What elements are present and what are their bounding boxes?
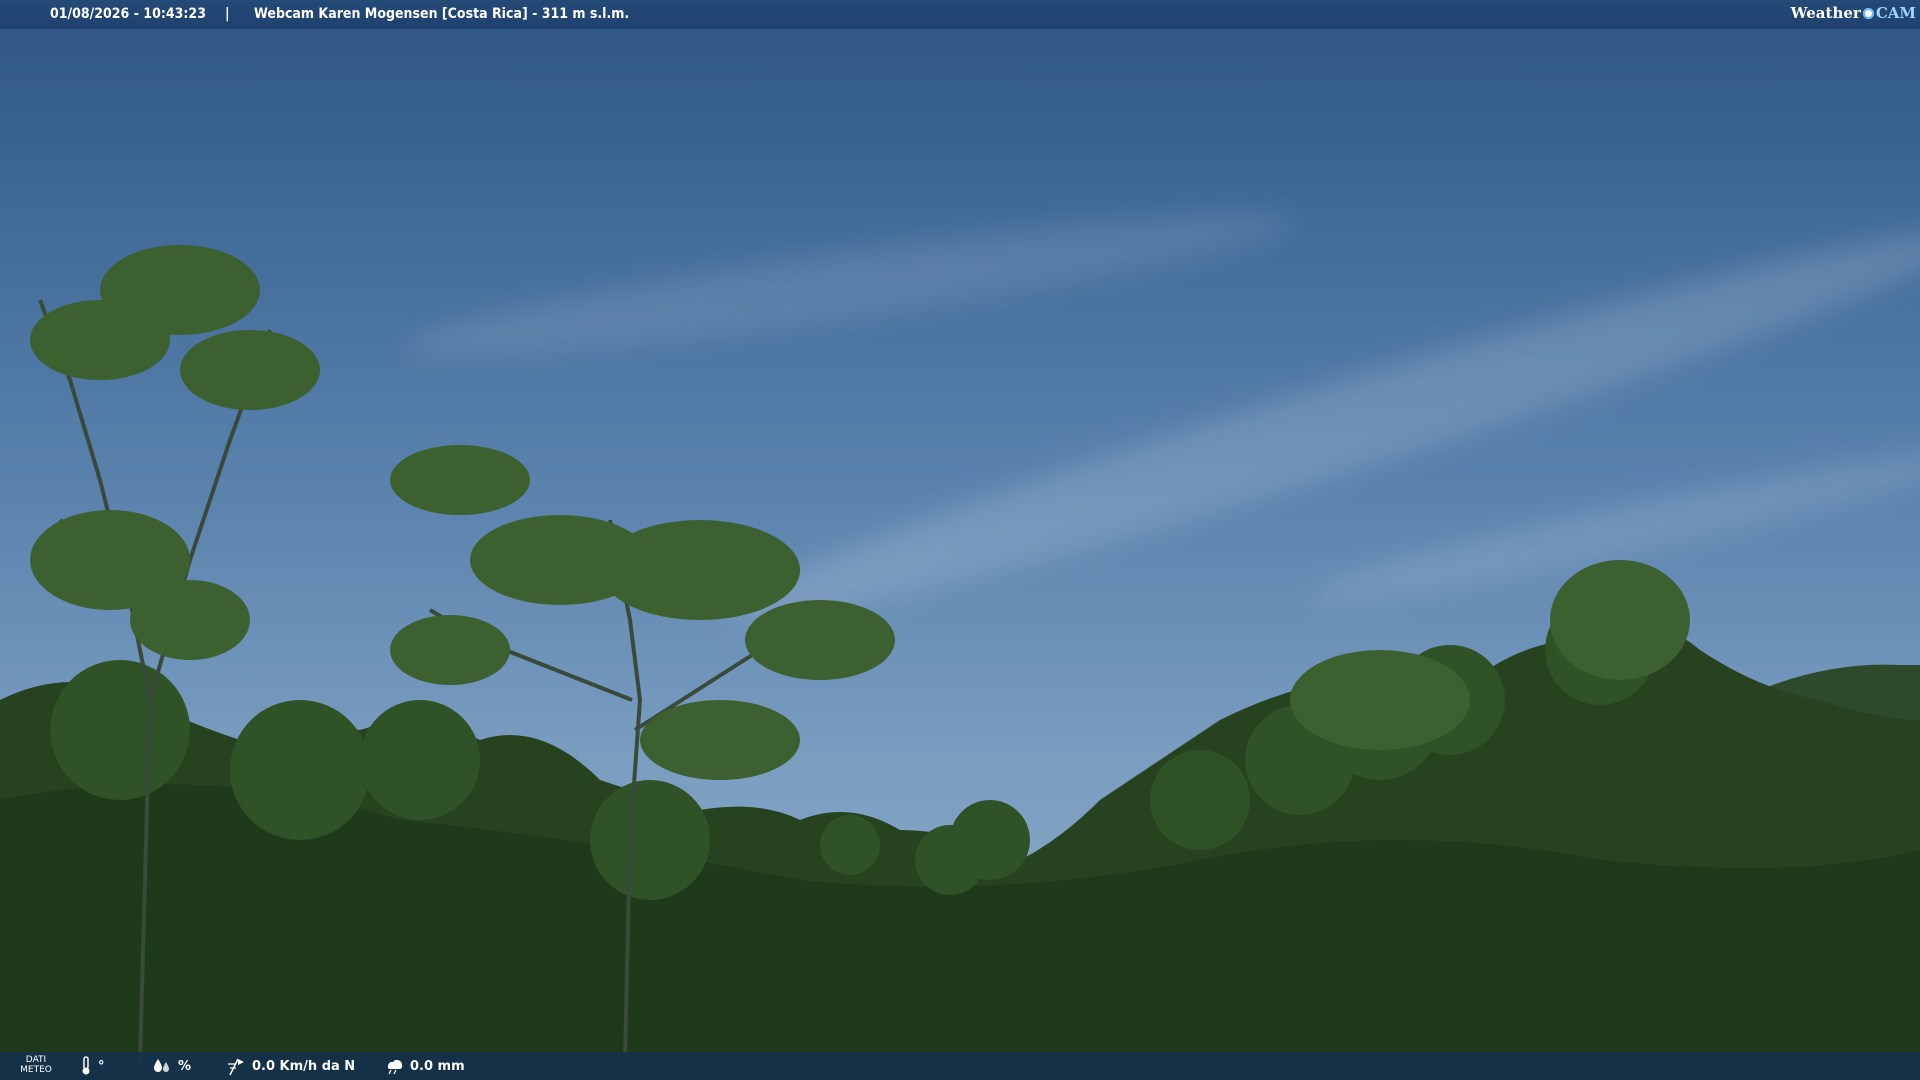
weather-data-bar: DATI METEO ° % 0.0 Km/h da N 0.0 mm xyxy=(0,1052,1920,1080)
wind-reading: 0.0 Km/h da N xyxy=(226,1052,355,1080)
logo-weather-text: Weather xyxy=(1790,4,1861,22)
webcam-image xyxy=(0,0,1920,1080)
header-bar: 01/08/2026 - 10:43:23 | Webcam Karen Mog… xyxy=(0,0,1920,29)
humidity-drops-icon xyxy=(152,1057,172,1075)
humidity-reading: % xyxy=(152,1052,191,1080)
rain-reading: 0.0 mm xyxy=(384,1052,465,1080)
forest-silhouette xyxy=(0,245,1920,1080)
logo-dot-icon xyxy=(1862,7,1874,19)
logo-cam-text: CAM xyxy=(1875,4,1916,22)
wind-vane-icon xyxy=(226,1056,246,1076)
rain-value: 0.0 mm xyxy=(410,1058,465,1074)
weathercam-logo[interactable]: Weather CAM xyxy=(1791,4,1916,22)
meteo-data-label: DATI METEO xyxy=(20,1055,52,1075)
humidity-value: % xyxy=(178,1058,192,1074)
thermometer-icon xyxy=(80,1056,92,1076)
wind-value: 0.0 Km/h da N xyxy=(252,1058,356,1074)
rain-cloud-icon xyxy=(384,1057,404,1075)
temperature-value: ° xyxy=(98,1058,105,1074)
webcam-title: Webcam Karen Mogensen [Costa Rica] - 311… xyxy=(254,6,630,22)
header-separator: | xyxy=(225,6,230,22)
temperature-reading: ° xyxy=(80,1052,105,1080)
timestamp: 01/08/2026 - 10:43:23 xyxy=(50,6,206,22)
